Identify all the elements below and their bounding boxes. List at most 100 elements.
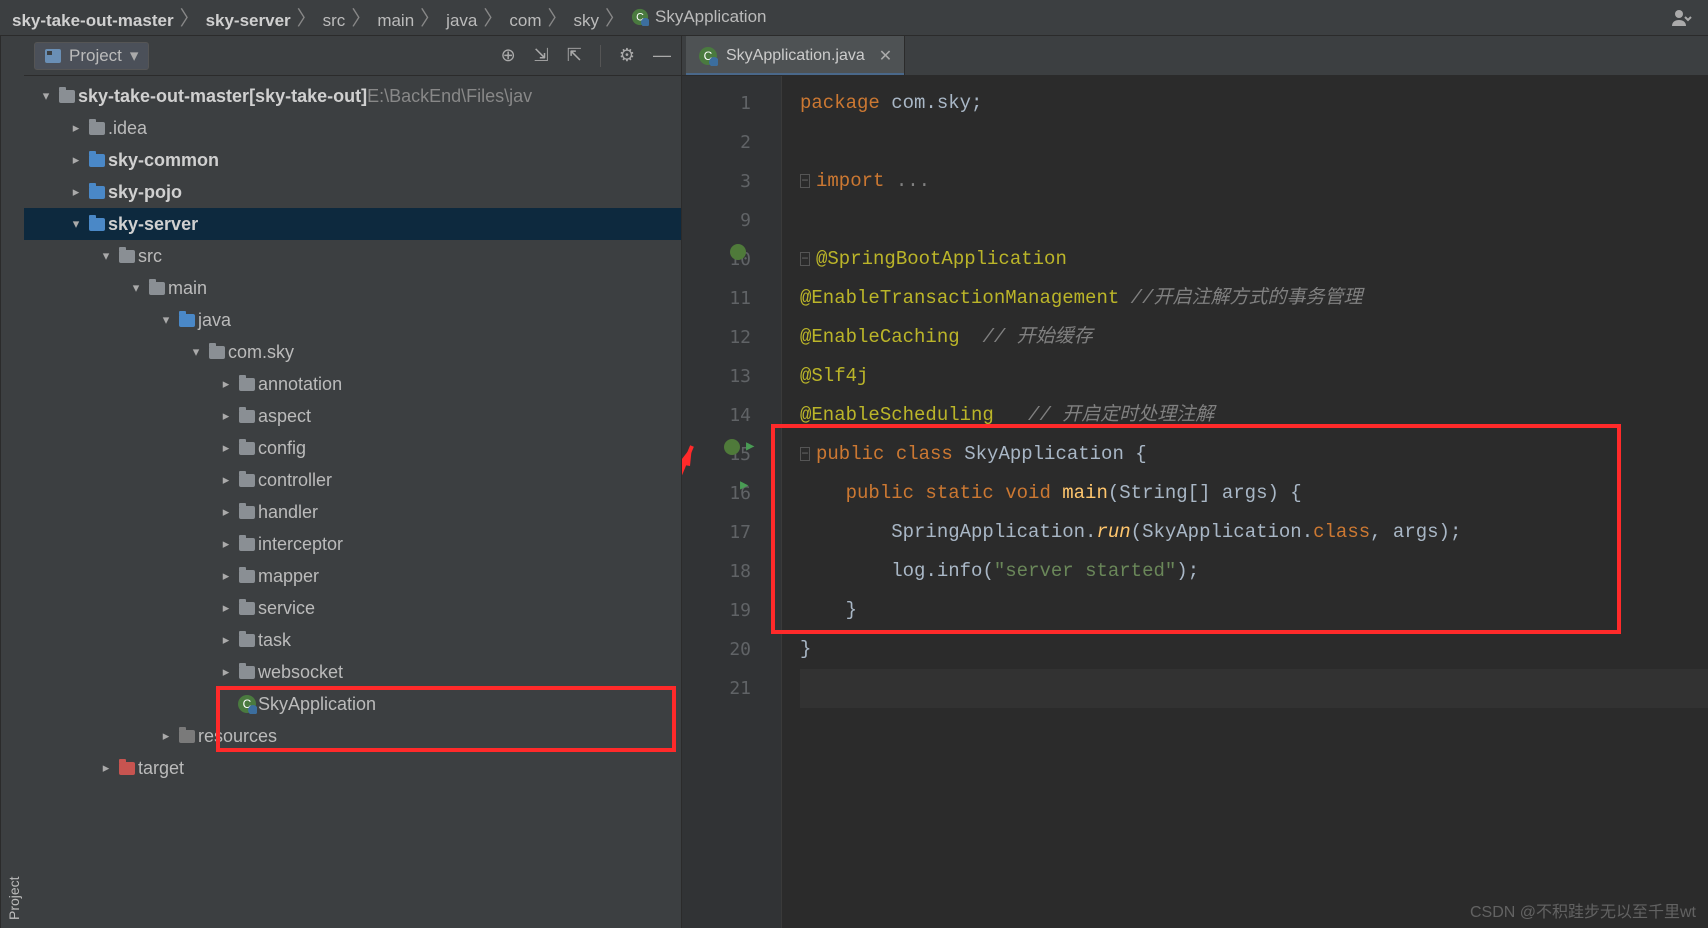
- line-number[interactable]: 12: [682, 318, 781, 357]
- breadcrumb-item[interactable]: java: [446, 11, 477, 31]
- tree-row[interactable]: ▾ com.sky: [24, 336, 681, 368]
- code-line[interactable]: [800, 201, 1708, 240]
- code-line[interactable]: log.info("server started");: [800, 552, 1708, 591]
- tree-expand-arrow[interactable]: ▾: [66, 208, 86, 240]
- hide-panel-icon[interactable]: —: [653, 45, 671, 66]
- tree-row[interactable]: ▸ service: [24, 592, 681, 624]
- tree-expand-arrow[interactable]: ▸: [216, 496, 236, 528]
- tree-expand-arrow[interactable]: ▾: [36, 80, 56, 112]
- code-line[interactable]: package com.sky;: [800, 84, 1708, 123]
- line-number[interactable]: 20: [682, 630, 781, 669]
- code-line[interactable]: @EnableScheduling // 开启定时处理注解: [800, 396, 1708, 435]
- tree-row[interactable]: ▾ sky-server: [24, 208, 681, 240]
- tree-expand-arrow[interactable]: ▸: [216, 528, 236, 560]
- tree-row[interactable]: ▸ .idea: [24, 112, 681, 144]
- tree-row[interactable]: ▸ task: [24, 624, 681, 656]
- code-line[interactable]: SpringApplication.run(SkyApplication.cla…: [800, 513, 1708, 552]
- code-line[interactable]: }: [800, 630, 1708, 669]
- tree-row[interactable]: ▾ src: [24, 240, 681, 272]
- tree-row[interactable]: C SkyApplication: [24, 688, 681, 720]
- editor-gutter[interactable]: 1239101112131415161718192021 ▶ ▶: [682, 76, 782, 928]
- tree-expand-arrow[interactable]: ▸: [216, 400, 236, 432]
- tree-expand-arrow[interactable]: ▸: [216, 432, 236, 464]
- close-tab-icon[interactable]: ✕: [879, 46, 892, 66]
- code-line[interactable]: @Slf4j: [800, 357, 1708, 396]
- tree-expand-arrow[interactable]: ▸: [66, 176, 86, 208]
- fold-toggle-icon[interactable]: −: [800, 252, 810, 266]
- code-line[interactable]: @EnableTransactionManagement //开启注解方式的事务…: [800, 279, 1708, 318]
- tree-row[interactable]: ▸ mapper: [24, 560, 681, 592]
- tree-expand-arrow[interactable]: ▸: [216, 624, 236, 656]
- tree-expand-arrow[interactable]: ▸: [216, 560, 236, 592]
- tree-row[interactable]: ▸ resources: [24, 720, 681, 752]
- line-number[interactable]: 3: [682, 162, 781, 201]
- breadcrumb-item[interactable]: src: [323, 11, 346, 31]
- tree-expand-arrow[interactable]: ▸: [216, 368, 236, 400]
- code-editor[interactable]: package com.sky; −import ... −@SpringBootA…: [782, 76, 1708, 928]
- tree-row[interactable]: ▸ target: [24, 752, 681, 784]
- fold-toggle-icon[interactable]: −: [800, 447, 810, 461]
- breadcrumb-item[interactable]: CSkyApplication: [631, 7, 767, 27]
- project-tool-rail[interactable]: Project: [0, 36, 24, 928]
- breadcrumb-item[interactable]: com: [509, 11, 541, 31]
- tree-row[interactable]: ▸ sky-pojo: [24, 176, 681, 208]
- collapse-all-icon[interactable]: ⇱: [567, 45, 582, 66]
- spring-config-gutter-icon[interactable]: [724, 439, 740, 455]
- code-line[interactable]: [800, 123, 1708, 162]
- line-number[interactable]: 17: [682, 513, 781, 552]
- tree-expand-arrow[interactable]: ▸: [66, 144, 86, 176]
- tree-row[interactable]: ▸ sky-common: [24, 144, 681, 176]
- line-number[interactable]: 9: [682, 201, 781, 240]
- code-line[interactable]: −import ...: [800, 162, 1708, 201]
- line-number[interactable]: 2: [682, 123, 781, 162]
- tree-row[interactable]: ▸ config: [24, 432, 681, 464]
- tree-expand-arrow[interactable]: ▸: [96, 752, 116, 784]
- settings-gear-icon[interactable]: ⚙: [619, 45, 635, 66]
- project-view-selector[interactable]: Project ▾: [34, 42, 149, 70]
- breadcrumb-item[interactable]: sky-take-out-master: [12, 11, 174, 31]
- expand-all-icon[interactable]: ⇲: [534, 45, 549, 66]
- tree-row[interactable]: ▸ interceptor: [24, 528, 681, 560]
- line-number[interactable]: 19: [682, 591, 781, 630]
- fold-toggle-icon[interactable]: −: [800, 174, 810, 188]
- run-class-gutter-icon[interactable]: ▶: [746, 438, 754, 454]
- tree-row[interactable]: ▸ aspect: [24, 400, 681, 432]
- code-line[interactable]: −@SpringBootApplication: [800, 240, 1708, 279]
- tree-expand-arrow[interactable]: ▸: [66, 112, 86, 144]
- tree-row[interactable]: ▸ handler: [24, 496, 681, 528]
- breadcrumb-item[interactable]: sky: [573, 11, 599, 31]
- tree-row[interactable]: ▾ java: [24, 304, 681, 336]
- select-opened-file-icon[interactable]: ⊕: [501, 45, 516, 66]
- tree-expand-arrow[interactable]: ▾: [96, 240, 116, 272]
- breadcrumb-item[interactable]: main: [377, 11, 414, 31]
- breadcrumb-item[interactable]: sky-server: [206, 11, 291, 31]
- tree-row[interactable]: ▾ sky-take-out-master [sky-take-out] E:\…: [24, 80, 681, 112]
- line-number[interactable]: 14: [682, 396, 781, 435]
- tree-expand-arrow[interactable]: ▸: [156, 720, 176, 752]
- line-number[interactable]: 13: [682, 357, 781, 396]
- line-number[interactable]: 11: [682, 279, 781, 318]
- tree-expand-arrow[interactable]: ▸: [216, 592, 236, 624]
- tree-expand-arrow[interactable]: ▸: [216, 464, 236, 496]
- project-tree[interactable]: ▾ sky-take-out-master [sky-take-out] E:\…: [24, 76, 681, 928]
- line-number[interactable]: 21: [682, 669, 781, 708]
- tree-row[interactable]: ▸ websocket: [24, 656, 681, 688]
- line-number[interactable]: 18: [682, 552, 781, 591]
- line-number[interactable]: 16: [682, 474, 781, 513]
- tree-row[interactable]: ▸ annotation: [24, 368, 681, 400]
- code-line[interactable]: @EnableCaching // 开始缓存: [800, 318, 1708, 357]
- code-line[interactable]: −public class SkyApplication {: [800, 435, 1708, 474]
- tree-expand-arrow[interactable]: ▾: [156, 304, 176, 336]
- tree-expand-arrow[interactable]: ▸: [216, 656, 236, 688]
- code-line[interactable]: }: [800, 591, 1708, 630]
- tree-expand-arrow[interactable]: ▾: [186, 336, 206, 368]
- user-menu-icon[interactable]: [1668, 6, 1696, 30]
- editor-tab-skyapplication[interactable]: C SkyApplication.java ✕: [686, 36, 905, 75]
- code-line[interactable]: [800, 669, 1708, 708]
- line-number[interactable]: 1: [682, 84, 781, 123]
- code-line[interactable]: public static void main(String[] args) {: [800, 474, 1708, 513]
- tree-expand-arrow[interactable]: ▾: [126, 272, 146, 304]
- run-main-gutter-icon[interactable]: ▶: [740, 477, 748, 493]
- tree-row[interactable]: ▾ main: [24, 272, 681, 304]
- tree-row[interactable]: ▸ controller: [24, 464, 681, 496]
